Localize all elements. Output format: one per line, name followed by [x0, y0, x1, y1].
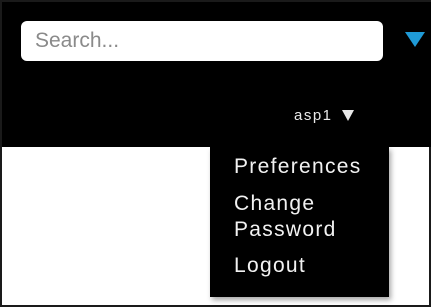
username-label: asp1	[294, 106, 333, 124]
menu-item-logout[interactable]: Logout	[210, 253, 389, 279]
user-dropdown-menu: Preferences Change Password Logout	[210, 147, 389, 297]
top-bar: asp1	[2, 2, 431, 147]
caret-down-icon	[341, 109, 354, 121]
search-input[interactable]	[21, 21, 383, 61]
app-window: asp1 Preferences Change Password Logout	[0, 0, 431, 307]
search-dropdown-caret-icon[interactable]	[405, 32, 425, 47]
menu-item-label-line: Password	[234, 218, 337, 241]
menu-item-change-password[interactable]: Change Password	[210, 191, 389, 243]
menu-item-preferences[interactable]: Preferences	[210, 154, 389, 180]
user-menu-toggle[interactable]: asp1	[294, 103, 354, 127]
menu-item-label-line: Change	[234, 192, 316, 215]
